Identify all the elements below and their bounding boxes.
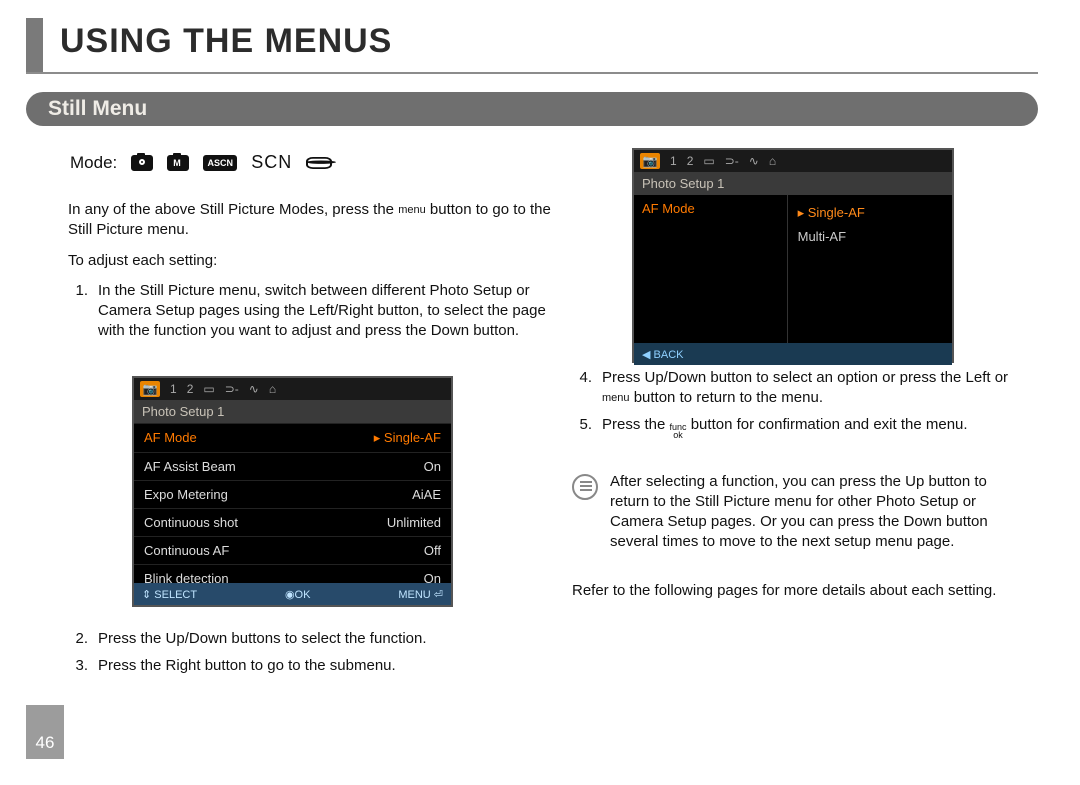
- step-4-text: Press Up/Down button to select an option…: [602, 368, 1012, 409]
- lcd2-tab: ⌂: [769, 154, 776, 168]
- lcd2-tab-active: 📷: [640, 153, 660, 169]
- lcd2-footer: ◀ BACK: [634, 343, 952, 365]
- lcd1-row-key: Expo Metering: [144, 487, 228, 502]
- lcd2-options: Single-AFMulti-AF: [787, 195, 952, 343]
- lcd1-rows: AF Mode Single-AF AF Assist Beam On Expo Met…: [134, 423, 451, 592]
- lcd1-row-val: On: [424, 459, 441, 474]
- lcd2-tabs: 📷 1 2 ▭ ⊃- ∿ ⌂: [634, 150, 952, 172]
- lcd1-row: Continuous AF Off: [134, 536, 451, 564]
- lcd1-header: Photo Setup 1: [134, 400, 451, 423]
- closing-paragraph: Refer to the following pages for more de…: [572, 581, 1012, 601]
- lcd2-tab: ▭: [703, 154, 714, 168]
- lcd1-row-key: AF Mode: [144, 430, 197, 446]
- step-1-text: In the Still Picture menu, switch betwee…: [98, 281, 568, 342]
- step-5-text: Press the funcok button for confirmation…: [602, 415, 1012, 438]
- lcd1-row-val: Unlimited: [387, 515, 441, 530]
- page-title: USING THE MENUS: [60, 22, 392, 61]
- lcd2-tab: 1: [670, 154, 677, 168]
- lcd2-tab: ∿: [749, 154, 759, 168]
- step-2-text: Press the Up/Down buttons to select the …: [98, 628, 568, 649]
- lcd1-row: Expo Metering AiAE: [134, 480, 451, 508]
- header-accent-bar: [26, 18, 43, 72]
- lcd1-row-val: Off: [424, 543, 441, 558]
- step-4: 4.Press Up/Down button to select an opti…: [572, 368, 1012, 409]
- scn-label: SCN: [251, 152, 292, 173]
- lcd2-option: Single-AF: [792, 201, 948, 225]
- lcd1-row-val: Single-AF: [374, 430, 441, 446]
- lcd2-option: Multi-AF: [792, 225, 948, 248]
- lcd1-tab: ∿: [249, 382, 259, 396]
- lcd1-foot-select: ⇕ SELECT: [142, 588, 197, 601]
- lcd2-left-pane: AF Mode: [634, 195, 787, 343]
- camera-screenshot-2: 📷 1 2 ▭ ⊃- ∿ ⌂ Photo Setup 1 AF Mode Sin…: [632, 148, 954, 363]
- mode-label: Mode:: [70, 153, 117, 173]
- note-icon: [572, 474, 598, 500]
- lcd1-row-key: Continuous AF: [144, 543, 229, 558]
- note-text: After selecting a function, you can pres…: [610, 472, 1012, 553]
- lcd1-row-key: Continuous shot: [144, 515, 238, 530]
- lcd1-row-key: AF Assist Beam: [144, 459, 236, 474]
- camera-screenshot-1: 📷 1 2 ▭ ⊃- ∿ ⌂ Photo Setup 1 AF Mode Sing…: [132, 376, 453, 607]
- lcd1-foot-ok: ◉OK: [285, 588, 311, 601]
- lcd1-tab: 1: [170, 382, 177, 396]
- lcd1-row: AF Assist Beam On: [134, 452, 451, 480]
- func-ok-icon: funcok: [670, 423, 687, 439]
- step-1: 1.In the Still Picture menu, switch betw…: [68, 281, 568, 342]
- note-block: After selecting a function, you can pres…: [572, 472, 1012, 553]
- lcd1-tab: ▭: [203, 382, 214, 396]
- left-column: In any of the above Still Picture Modes,…: [68, 200, 568, 348]
- lcd2-tab: 2: [687, 154, 694, 168]
- lcd2-tab: ⊃-: [725, 154, 739, 168]
- menu-label-inline: menu: [602, 392, 630, 404]
- ascn-icon: ASCN: [203, 155, 237, 171]
- intro-paragraph: In any of the above Still Picture Modes,…: [68, 200, 568, 241]
- section-heading: Still Menu: [26, 92, 1038, 126]
- step-3-text: Press the Right button to go to the subm…: [98, 655, 568, 676]
- step-2: 2.Press the Up/Down buttons to select th…: [68, 628, 568, 649]
- manual-page: { "header": { "title": "USING THE MENUS"…: [0, 0, 1080, 785]
- mode-line: Mode: ASCN SCN: [70, 152, 332, 173]
- camera-auto-icon: [131, 155, 153, 171]
- lcd1-row: Continuous shot Unlimited: [134, 508, 451, 536]
- lcd1-row: AF Mode Single-AF: [134, 423, 451, 452]
- lcd1-tab: ⌂: [269, 382, 276, 396]
- lcd1-row-val: AiAE: [412, 487, 441, 502]
- page-number: 46: [26, 705, 64, 759]
- adjust-heading: To adjust each setting:: [68, 251, 568, 271]
- header-rule: [26, 72, 1038, 74]
- step-5: 5.Press the funcok button for confirmati…: [572, 415, 1012, 438]
- camera-manual-icon: [167, 155, 189, 171]
- lcd1-tab: ⊃-: [225, 382, 239, 396]
- menu-label-inline: menu: [398, 204, 426, 216]
- panorama-icon: [306, 156, 332, 170]
- text: In any of the above Still Picture Modes,…: [68, 201, 398, 218]
- step-3: 3.Press the Right button to go to the su…: [68, 655, 568, 676]
- lcd1-tabs: 📷 1 2 ▭ ⊃- ∿ ⌂: [134, 378, 451, 400]
- left-column-lower: 2.Press the Up/Down buttons to select th…: [68, 628, 568, 682]
- lcd1-tab: 2: [187, 382, 194, 396]
- lcd2-header: Photo Setup 1: [634, 172, 952, 195]
- lcd1-footer: ⇕ SELECT ◉OK MENU ⏎: [134, 583, 451, 605]
- lcd1-tab-active: 📷: [140, 381, 160, 397]
- right-column: 4.Press Up/Down button to select an opti…: [572, 368, 1012, 611]
- lcd2-af-mode-label: AF Mode: [642, 201, 779, 216]
- lcd1-foot-menu: MENU ⏎: [398, 588, 443, 601]
